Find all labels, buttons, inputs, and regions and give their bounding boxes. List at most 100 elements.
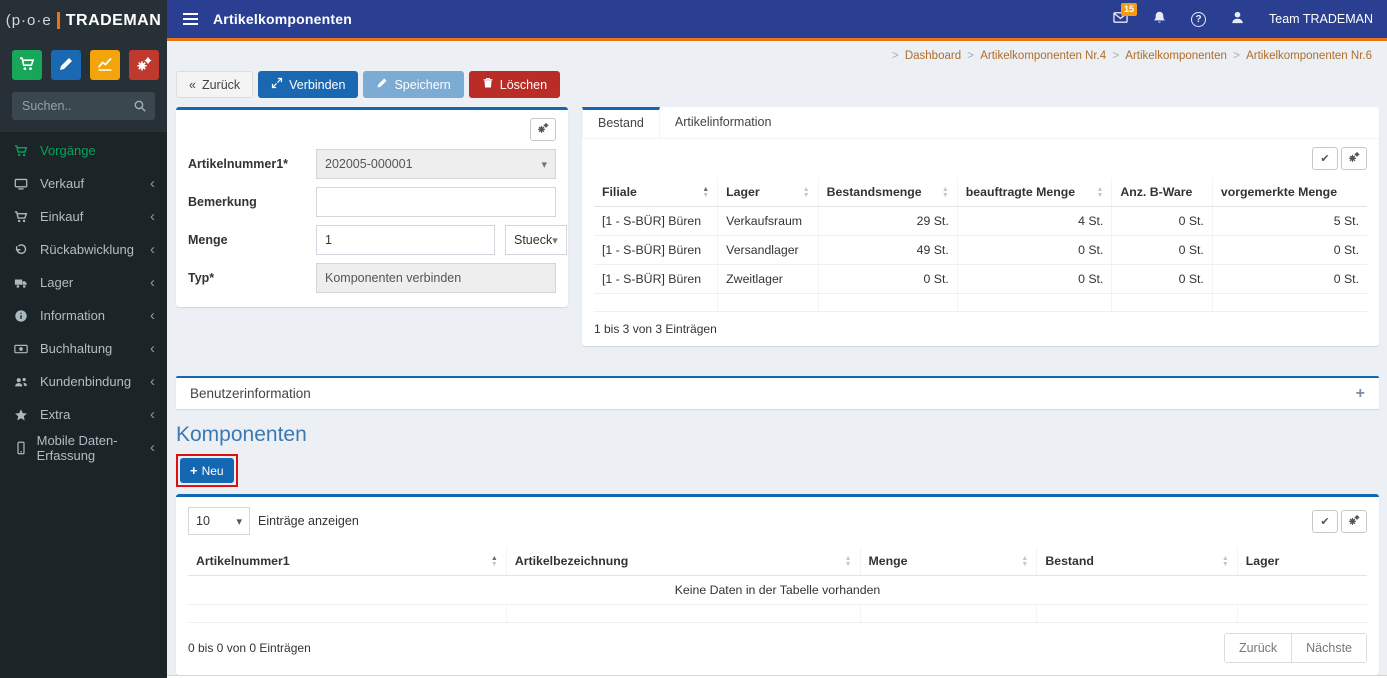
sidebar: (p·o·e TRADEMAN Vorgänge Verk	[0, 0, 167, 678]
menge-field[interactable]	[316, 225, 495, 255]
notifications-button[interactable]	[1152, 10, 1167, 28]
expand-plus-icon[interactable]: +	[1356, 385, 1365, 403]
col-bestandsmenge[interactable]: Bestandsmenge ▲ ▼	[817, 178, 958, 207]
sidebar-item-label: Verkauf	[40, 176, 85, 191]
check-icon: ✔	[1320, 153, 1330, 165]
col-bestand[interactable]: Bestand ▲ ▼	[1036, 547, 1238, 576]
table-row-empty	[594, 293, 1367, 312]
sidebar-menu: Vorgänge Verkauf ‹ Einkauf ‹ Rückabwickl…	[0, 132, 167, 678]
info-icon	[14, 309, 32, 323]
top-navbar: Artikelkomponenten 15 ? Team TRADEMAN	[167, 0, 1387, 41]
bestand-settings-button[interactable]	[1341, 147, 1367, 170]
star-icon	[14, 408, 32, 422]
neu-button[interactable]: + Neu	[180, 458, 234, 483]
col-filiale[interactable]: Filiale ▲ ▼	[594, 178, 718, 207]
component-form-panel: Artikelnummer1* 202005-000001 ▾ Bemerkun…	[176, 107, 568, 307]
sort-icon: ▲ ▼	[1096, 186, 1104, 199]
sidebar-item-verkauf[interactable]: Verkauf ‹	[0, 167, 167, 200]
einheit-select[interactable]: Stueck ▾	[505, 225, 567, 255]
menge-label: Menge	[188, 233, 228, 247]
logo-trademan-text: TRADEMAN	[65, 11, 162, 29]
sidebar-item-rueckabwicklung[interactable]: Rückabwicklung ‹	[0, 233, 167, 266]
table-row[interactable]: [1 - S-BÜR] Büren Zweitlager 0 St. 0 St. 0…	[594, 264, 1367, 294]
pagination-prev-button[interactable]: Zurück	[1224, 634, 1292, 662]
col-vorgemerkte-menge[interactable]: vorgemerkte Menge	[1211, 178, 1367, 207]
sidebar-item-buchhaltung[interactable]: Buchhaltung ‹	[0, 332, 167, 365]
user-label[interactable]: Team TRADEMAN	[1269, 12, 1373, 26]
help-button[interactable]: ?	[1191, 11, 1207, 27]
quick-edit-button[interactable]	[51, 50, 81, 80]
table-row[interactable]: [1 - S-BÜR] Büren Versandlager 49 St. 0 St…	[594, 235, 1367, 265]
messages-button[interactable]: 15	[1113, 3, 1138, 28]
komponenten-table: Artikelnummer1 ▲ ▼ Artikelbezeichnung ▲ ▼ Me…	[188, 547, 1367, 623]
back-button[interactable]: « Zurück	[176, 71, 254, 98]
user-icon	[1230, 10, 1245, 28]
tab-artikelinformation[interactable]: Artikelinformation	[660, 107, 787, 138]
search-icon[interactable]	[133, 99, 147, 116]
col-lager2[interactable]: Lager	[1236, 547, 1367, 576]
chevron-left-icon: ‹	[150, 208, 155, 225]
sidebar-item-mobile-daten-erfassung[interactable]: Mobile Daten-Erfassung ‹	[0, 431, 167, 464]
pencil-icon	[58, 56, 74, 75]
bestand-tab-panel: Bestand Artikelinformation ✔ Filiale ▲ ▼…	[582, 107, 1379, 346]
verbinden-button[interactable]: Verbinden	[258, 71, 359, 98]
sort-icon: ▲ ▼	[802, 186, 810, 199]
chevron-left-icon: ‹	[150, 274, 155, 291]
logo-divider	[56, 12, 60, 29]
komponenten-settings-button[interactable]	[1341, 509, 1367, 533]
breadcrumb: > Dashboard > Artikelkomponenten Nr.4 > …	[891, 50, 1372, 62]
artikelnummer-select[interactable]: 202005-000001 ▾	[316, 149, 556, 179]
breadcrumb-artikelkomponenten[interactable]: Artikelkomponenten	[1125, 50, 1227, 62]
table-row-empty	[188, 604, 1367, 623]
artikelnummer-label: Artikelnummer1*	[188, 157, 289, 171]
sidebar-item-extra[interactable]: Extra ‹	[0, 398, 167, 431]
pagination: Zurück Nächste	[1223, 633, 1367, 663]
col-artikelnummer1[interactable]: Artikelnummer1 ▲ ▼	[188, 547, 507, 576]
table-row[interactable]: [1 - S-BÜR] Büren Verkaufsraum 29 St. 4 St…	[594, 206, 1367, 236]
quick-cart-button[interactable]	[12, 50, 42, 80]
breadcrumb-artikelkomponenten-nr6[interactable]: Artikelkomponenten Nr.6	[1246, 50, 1372, 62]
page-length-select[interactable]: 10 ▾	[188, 507, 250, 535]
annotation-highlight-box: + Neu	[176, 454, 238, 487]
bemerkung-field[interactable]	[316, 187, 556, 217]
loeschen-button[interactable]: Löschen	[468, 71, 561, 98]
user-menu-button[interactable]	[1230, 10, 1245, 28]
users-icon	[14, 375, 32, 389]
col-anz-bware[interactable]: Anz. B-Ware	[1111, 178, 1213, 207]
chevron-left-icon: ‹	[150, 241, 155, 258]
brand-logo[interactable]: (p·o·e TRADEMAN	[0, 0, 167, 41]
typ-field: Komponenten verbinden	[316, 263, 556, 293]
sidebar-item-lager[interactable]: Lager ‹	[0, 266, 167, 299]
quick-chart-button[interactable]	[90, 50, 120, 80]
col-menge[interactable]: Menge ▲ ▼	[859, 547, 1037, 576]
chevron-left-icon: ‹	[150, 175, 155, 192]
logo-poe-text: (p·o·e	[5, 12, 52, 29]
page-title: Artikelkomponenten	[213, 11, 352, 27]
sidebar-item-label: Einkauf	[40, 209, 84, 224]
col-lager[interactable]: Lager ▲ ▼	[717, 178, 819, 207]
sidebar-item-label: Lager	[40, 275, 74, 290]
sidebar-item-vorgaenge[interactable]: Vorgänge	[0, 134, 167, 167]
col-artikelbezeichnung[interactable]: Artikelbezeichnung ▲ ▼	[505, 547, 861, 576]
truck-icon	[14, 276, 32, 290]
messages-count-badge: 15	[1121, 3, 1138, 16]
col-beauftragte-menge[interactable]: beauftragte Menge ▲ ▼	[956, 178, 1112, 207]
sidebar-item-einkauf[interactable]: Einkauf ‹	[0, 200, 167, 233]
pagination-next-button[interactable]: Nächste	[1291, 634, 1366, 662]
bestand-check-button[interactable]: ✔	[1312, 147, 1338, 170]
quick-settings-button[interactable]	[129, 50, 159, 80]
sort-icon: ▲ ▼	[844, 555, 852, 568]
cart-icon	[14, 144, 32, 158]
tab-bestand[interactable]: Bestand	[582, 107, 660, 138]
hamburger-menu-icon[interactable]	[167, 0, 213, 38]
cart-icon	[19, 56, 35, 75]
breadcrumb-dashboard[interactable]: Dashboard	[905, 50, 961, 62]
komponenten-check-button[interactable]: ✔	[1312, 509, 1338, 533]
sidebar-item-information[interactable]: Information ‹	[0, 299, 167, 332]
sidebar-item-kundenbindung[interactable]: Kundenbindung ‹	[0, 365, 167, 398]
form-settings-button[interactable]	[530, 118, 556, 141]
breadcrumb-artikelkomponenten-nr4[interactable]: Artikelkomponenten Nr.4	[980, 50, 1106, 62]
speichern-button[interactable]: Speichern	[363, 71, 464, 98]
app-root: (p·o·e TRADEMAN Vorgänge Verk	[0, 0, 1387, 678]
benutzerinformation-panel[interactable]: Benutzerinformation +	[176, 376, 1379, 409]
